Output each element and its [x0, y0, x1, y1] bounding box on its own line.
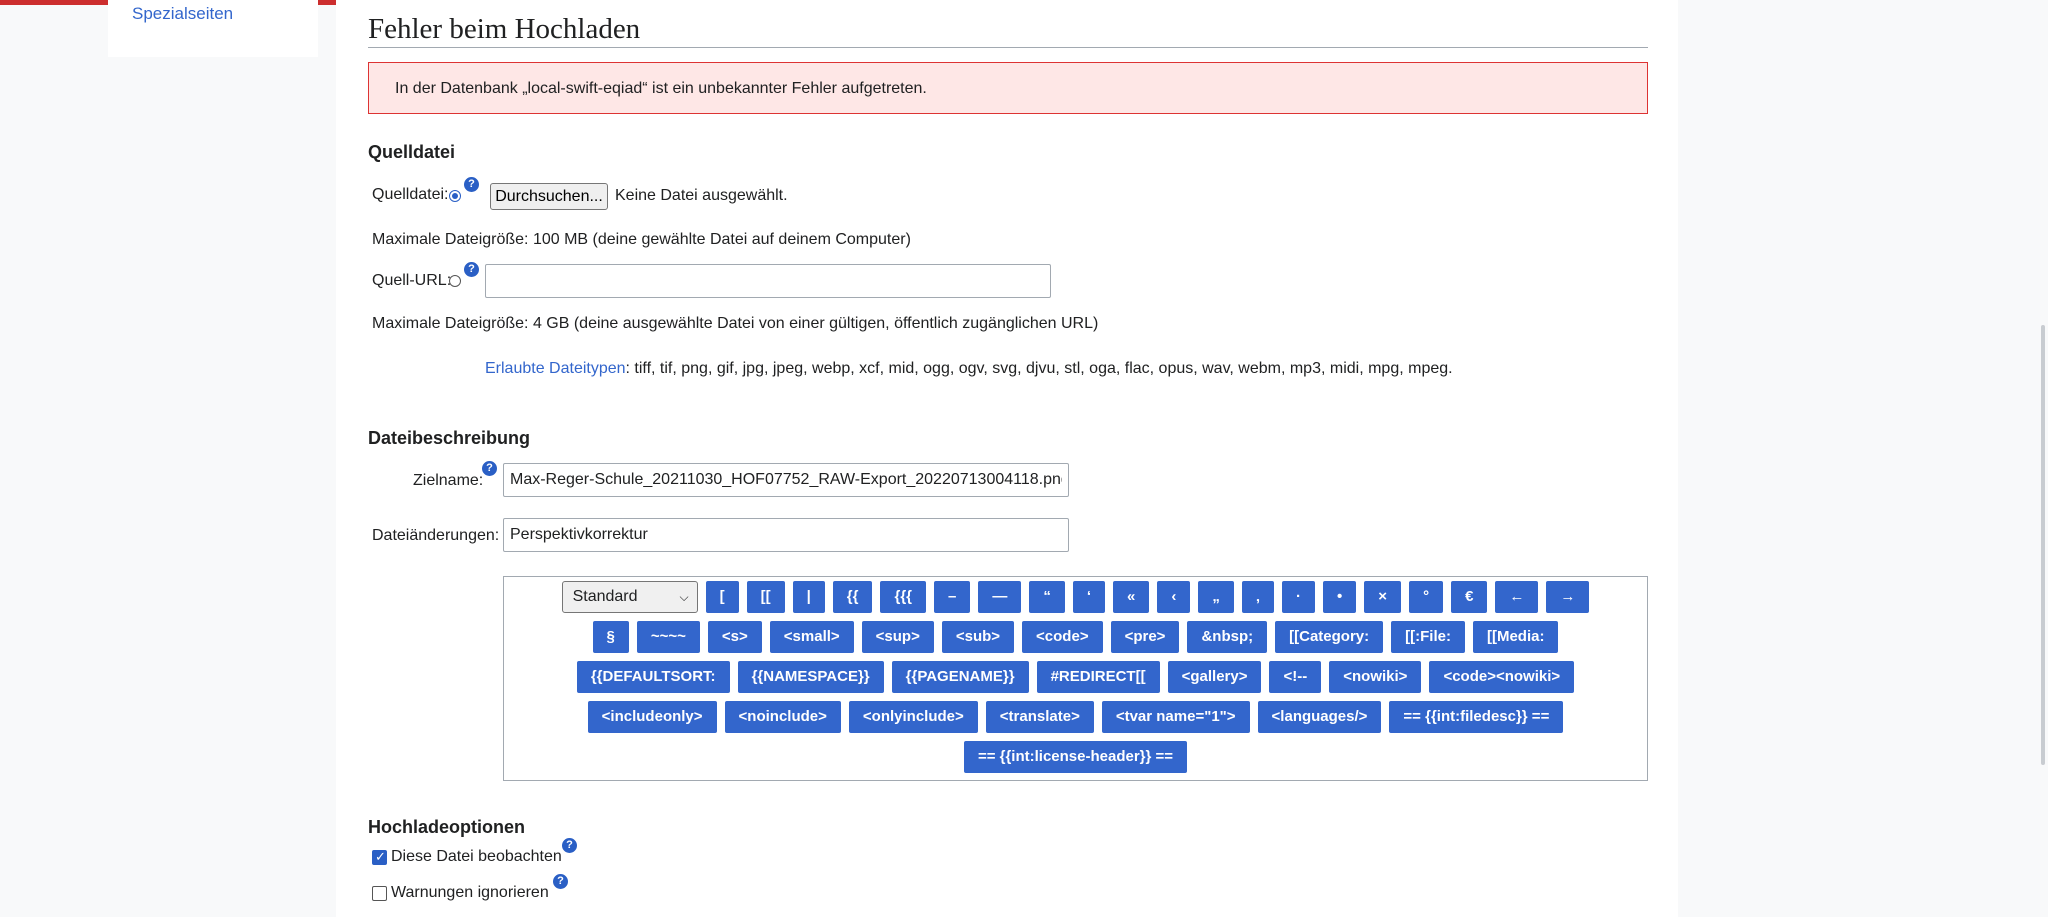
- target-name-label: Zielname:: [413, 472, 484, 489]
- watch-file-checkbox[interactable]: [372, 849, 387, 865]
- allowed-types-link[interactable]: Erlaubte Dateitypen: [485, 360, 626, 377]
- page-title: Fehler beim Hochladen: [368, 10, 1648, 48]
- edittools-button[interactable]: <noinclude>: [724, 701, 841, 733]
- section-heading-options: Hochladeoptionen: [368, 817, 525, 837]
- edittools-button[interactable]: [[: [746, 581, 785, 613]
- max-url-size-text: Maximale Dateigröße: 4 GB (deine ausgewä…: [372, 315, 1099, 332]
- help-icon[interactable]: ?: [562, 838, 577, 853]
- browse-button[interactable]: Durchsuchen...: [490, 183, 608, 210]
- allowed-types: Erlaubte Dateitypen: tiff, tif, png, gif…: [485, 360, 1453, 378]
- edittools-button[interactable]: “: [1029, 581, 1065, 613]
- file-changes-label: Dateiänderungen:: [372, 527, 500, 544]
- edittools-button[interactable]: ‚: [1241, 581, 1275, 613]
- help-icon[interactable]: ?: [553, 874, 568, 889]
- edittools-button[interactable]: •: [1323, 581, 1357, 613]
- target-name-input[interactable]: [503, 463, 1069, 497]
- edittools-button[interactable]: <onlyinclude>: [848, 701, 978, 733]
- chevron-down-icon: ⌵: [679, 590, 689, 604]
- sidebar: Spezialseiten: [108, 0, 318, 57]
- edittools-button[interactable]: |: [792, 581, 825, 613]
- edittools-button[interactable]: {{NAMESPACE}}: [737, 661, 884, 693]
- help-icon[interactable]: ?: [464, 262, 479, 277]
- watch-file-label: Diese Datei beobachten: [391, 848, 562, 865]
- edittools-row: {{DEFAULTSORT: {{NAMESPACE}} {{PAGENAME}} #…: [504, 661, 1647, 693]
- edittools-button[interactable]: [[Media:: [1472, 621, 1559, 653]
- charset-select[interactable]: Standard ⌵: [561, 581, 698, 613]
- source-url-radio[interactable]: [449, 275, 461, 287]
- source-url-input[interactable]: [485, 264, 1051, 298]
- source-file-label: Quelldatei:: [372, 186, 449, 203]
- edittools-button[interactable]: {{PAGENAME}}: [891, 661, 1029, 693]
- edittools-button[interactable]: {{: [832, 581, 873, 613]
- no-file-text: Keine Datei ausgewählt.: [615, 187, 788, 204]
- edittools-button[interactable]: <tvar name="1">: [1101, 701, 1250, 733]
- scrollbar[interactable]: [2041, 325, 2045, 765]
- edittools-button[interactable]: ·: [1282, 581, 1316, 613]
- edittools-button[interactable]: ←: [1495, 581, 1539, 613]
- edittools-button[interactable]: —: [978, 581, 1022, 613]
- right-margin: [1678, 0, 2048, 917]
- edittools-button[interactable]: «: [1113, 581, 1150, 613]
- edittools-button[interactable]: €: [1451, 581, 1488, 613]
- edittools-button[interactable]: &nbsp;: [1187, 621, 1268, 653]
- edittools-button[interactable]: „: [1198, 581, 1234, 613]
- ignore-warnings-checkbox[interactable]: [372, 886, 387, 901]
- section-heading-description: Dateibeschreibung: [368, 428, 531, 448]
- edittools-button[interactable]: ‘: [1072, 581, 1106, 613]
- edittools-button[interactable]: §: [592, 621, 629, 653]
- help-icon[interactable]: ?: [464, 177, 479, 192]
- edittools-button[interactable]: [[:File:: [1391, 621, 1465, 653]
- edittools-button[interactable]: <code><nowiki>: [1429, 661, 1575, 693]
- edittools-button[interactable]: ×: [1364, 581, 1402, 613]
- edittools-button[interactable]: <includeonly>: [587, 701, 717, 733]
- edittools-button[interactable]: <code>: [1022, 621, 1103, 653]
- edittools-button[interactable]: [[Category:: [1275, 621, 1384, 653]
- edittools-button[interactable]: <sup>: [861, 621, 934, 653]
- sidebar-link-special-pages[interactable]: Spezialseiten: [132, 4, 233, 24]
- edittools-button[interactable]: [: [705, 581, 739, 613]
- edittools-row: == {{int:license-header}} ==: [504, 741, 1647, 773]
- source-url-label: Quell-URL:: [372, 272, 452, 289]
- allowed-types-list: : tiff, tif, png, gif, jpg, jpeg, webp, …: [625, 360, 1453, 377]
- edittools-button[interactable]: <gallery>: [1167, 661, 1262, 693]
- edittools-button[interactable]: ‹: [1157, 581, 1191, 613]
- edittools-row: <includeonly> <noinclude> <onlyinclude> <tr…: [504, 701, 1647, 733]
- edittools-panel: Standard ⌵ [[[|{{{{{– — “‘«‹ „ ‚ · • × ° € ← → § ~~~~…: [503, 576, 1648, 781]
- edittools-button[interactable]: {{{: [880, 581, 926, 613]
- edittools-button[interactable]: #REDIRECT[[: [1036, 661, 1160, 693]
- edittools-button[interactable]: <!--: [1269, 661, 1322, 693]
- edittools-button[interactable]: °: [1409, 581, 1444, 613]
- edittools-button[interactable]: –: [934, 581, 971, 613]
- edittools-button[interactable]: == {{int:license-header}} ==: [963, 741, 1188, 773]
- edittools-button[interactable]: ~~~~: [636, 621, 700, 653]
- section-heading-source: Quelldatei: [368, 142, 456, 162]
- edittools-button[interactable]: <s>: [707, 621, 762, 653]
- help-icon[interactable]: ?: [482, 461, 497, 476]
- edittools-button[interactable]: <translate>: [985, 701, 1094, 733]
- file-changes-input[interactable]: [503, 518, 1069, 552]
- ignore-warnings-label: Warnungen ignorieren: [391, 884, 549, 901]
- error-message: In der Datenbank „local-swift-eqiad“ ist…: [368, 62, 1648, 114]
- edittools-button[interactable]: {{DEFAULTSORT:: [576, 661, 730, 693]
- edittools-button[interactable]: <sub>: [941, 621, 1015, 653]
- edittools-row: Standard ⌵ [[[|{{{{{– — “‘«‹ „ ‚ · • × ° € ← →: [504, 581, 1647, 613]
- edittools-row: § ~~~~ <s> <small> <sup> <sub> <code> <pre> &nbs…: [504, 621, 1647, 653]
- max-file-size-text: Maximale Dateigröße: 100 MB (deine gewäh…: [372, 231, 911, 248]
- edittools-button[interactable]: <small>: [769, 621, 854, 653]
- edittools-button[interactable]: <pre>: [1110, 621, 1180, 653]
- edittools-button[interactable]: <languages/>: [1257, 701, 1382, 733]
- edittools-button[interactable]: →: [1546, 581, 1590, 613]
- edittools-button[interactable]: == {{int:filedesc}} ==: [1389, 701, 1564, 733]
- edittools-button[interactable]: <nowiki>: [1329, 661, 1422, 693]
- source-file-radio[interactable]: [449, 190, 461, 202]
